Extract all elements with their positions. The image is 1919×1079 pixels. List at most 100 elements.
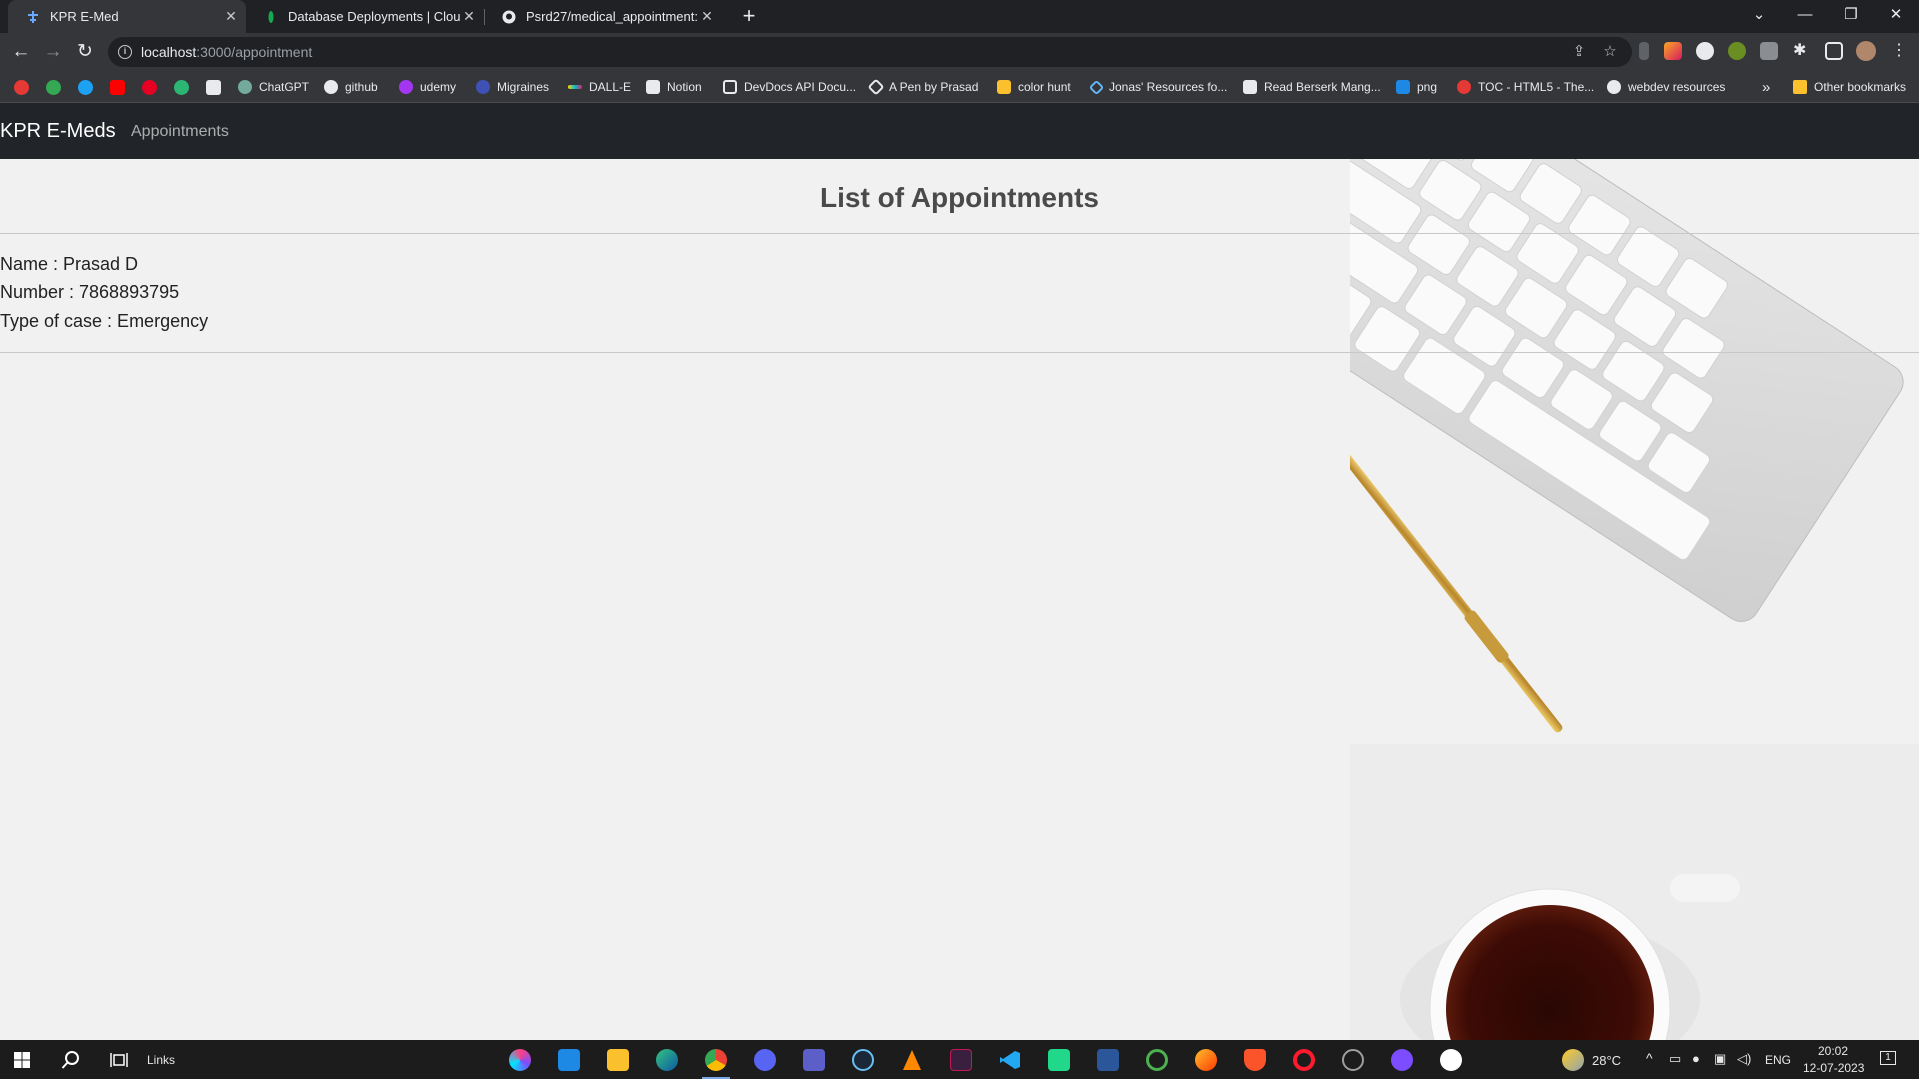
chrome-browser-icon[interactable] [705,1049,727,1071]
address-bar[interactable]: i localhost:3000/appointment ⇪ ☆ [108,37,1632,67]
bookmark-twitter-icon[interactable] [78,80,93,95]
word-icon[interactable] [1097,1049,1119,1071]
reload-icon[interactable]: ↻ [73,40,97,64]
tab-title: Psrd27/medical_appointment: M [526,9,702,24]
bookmark-color-hunt[interactable]: color hunt [997,78,1071,96]
site-info-icon[interactable]: i [118,45,132,59]
bookmark-pinterest-icon[interactable] [142,80,157,95]
color-picker-extension-icon[interactable] [1664,42,1682,60]
opera-icon[interactable] [1293,1049,1315,1071]
pycharm-icon[interactable] [1048,1049,1070,1071]
tab-database-deployments[interactable]: Database Deployments | Cloud: M ✕ [246,0,484,33]
mongodb-leaf-icon [264,10,278,24]
mongodb-compass-icon[interactable] [1440,1049,1462,1071]
new-tab-button[interactable]: + [737,5,761,29]
tab-search-chevron-icon[interactable]: ⌄ [1736,0,1782,33]
brand-logo-link[interactable]: KPR E-Meds [0,120,116,143]
restore-button[interactable]: ❐ [1828,0,1874,33]
minimize-button[interactable]: — [1782,0,1828,33]
bookmark-toc-html5[interactable]: TOC - HTML5 - The... [1457,78,1594,96]
forward-arrow-icon[interactable]: → [41,40,65,64]
app-icon-m[interactable] [950,1049,972,1071]
bookmark-devdocs[interactable]: DevDocs API Docu... [723,78,856,96]
prime-video-icon[interactable] [558,1049,580,1071]
url-text[interactable]: localhost:3000/appointment [141,44,312,60]
tree-extension-icon[interactable] [1728,42,1746,60]
search-icon[interactable] [61,1050,81,1070]
color-hunt-icon [997,80,1011,94]
bookmark-webdev-resources[interactable]: webdev resources [1607,78,1725,96]
tab-github-repo[interactable]: Psrd27/medical_appointment: M ✕ [484,0,722,33]
profile-avatar[interactable] [1856,41,1876,61]
app-icon-purple[interactable] [1391,1049,1413,1071]
firefox-icon[interactable] [1195,1049,1217,1071]
show-hidden-icons-chevron-icon[interactable]: ^ [1646,1050,1653,1066]
puzzle-extensions-icon[interactable]: ✱ [1793,42,1811,60]
grammar-extension-icon[interactable] [1760,42,1778,60]
page-title: List of Appointments [820,182,1099,213]
vlc-icon[interactable] [901,1049,923,1071]
more-menu-icon[interactable]: ⋮ [1890,42,1908,60]
clock-date[interactable]: 12-07-2023 [1803,1061,1864,1075]
bookmark-maps-icon[interactable] [46,80,61,95]
appointment-case-type: Type of case : Emergency [0,311,209,331]
notion-icon [646,80,660,94]
app-icon-circle[interactable] [509,1049,531,1071]
webdev-icon [1607,80,1621,94]
chatgpt-icon [238,80,252,94]
teams-icon[interactable] [803,1049,825,1071]
app-icon-ring[interactable] [1146,1049,1168,1071]
nav-link-appointments[interactable]: Appointments [131,123,229,141]
volume-icon[interactable]: ◁) [1737,1051,1751,1067]
add-extension-icon[interactable] [1696,42,1714,60]
close-tab-icon[interactable]: ✕ [462,9,476,23]
bookmark-png[interactable]: png [1396,78,1437,96]
discord-icon[interactable] [754,1049,776,1071]
side-panel-icon[interactable] [1825,42,1843,60]
weather-partly-cloudy-icon[interactable] [1562,1049,1584,1071]
extension-icon[interactable] [1639,42,1649,60]
windows-start-icon[interactable] [14,1052,30,1068]
close-window-button[interactable]: ✕ [1873,0,1919,33]
bookmark-dall-e[interactable]: DALL-E [568,78,631,96]
other-bookmarks-folder[interactable]: Other bookmarks [1793,78,1906,96]
bookmark-read-berserk[interactable]: Read Berserk Mang... [1243,78,1381,96]
network-icon[interactable]: ▣ [1714,1051,1726,1067]
bookmark-chatgpt[interactable]: ChatGPT [238,78,309,96]
bookmark-star-icon[interactable]: ☆ [1601,43,1619,61]
input-language-indicator[interactable]: ENG [1765,1053,1791,1067]
bookmark-migraines[interactable]: Migraines [476,78,549,96]
tab-kpr-emed[interactable]: KPR E-Med ✕ [8,0,246,33]
github-icon [324,80,338,94]
obs-icon[interactable] [1342,1049,1364,1071]
links-toolbar-label[interactable]: Links [147,1053,175,1067]
bookmarks-overflow-chevron-icon[interactable]: » [1762,78,1770,96]
back-arrow-icon[interactable]: ← [9,40,33,64]
png-icon [1396,80,1410,94]
steam-icon[interactable] [852,1049,874,1071]
vscode-icon[interactable] [999,1049,1021,1071]
bookmark-github[interactable]: github [324,78,378,96]
bookmark-dark-icon[interactable] [206,80,221,95]
brave-icon[interactable] [1244,1049,1266,1071]
device-icon[interactable]: ▭ [1669,1051,1681,1067]
weather-temperature[interactable]: 28°C [1592,1053,1621,1068]
close-tab-icon[interactable]: ✕ [700,9,714,23]
share-icon[interactable]: ⇪ [1570,43,1588,61]
bookmark-notion[interactable]: Notion [646,78,702,96]
bookmark-fn-icon[interactable] [174,80,189,95]
notifications-icon[interactable]: 1 [1880,1051,1896,1065]
bookmark-jonas-resources[interactable]: Jonas' Resources fo... [1088,78,1227,96]
bookmark-codepen[interactable]: A Pen by Prasad [867,78,978,96]
microphone-icon[interactable]: ● [1692,1051,1700,1066]
close-tab-icon[interactable]: ✕ [224,9,238,23]
edge-browser-icon[interactable] [656,1049,678,1071]
bookmark-adobe-icon[interactable] [14,80,29,95]
bookmark-youtube-icon[interactable] [110,80,125,95]
clock-time[interactable]: 20:02 [1818,1044,1848,1058]
divider [0,352,1919,353]
bookmark-udemy[interactable]: udemy [399,78,456,96]
file-explorer-icon[interactable] [607,1049,629,1071]
task-view-icon[interactable] [110,1051,128,1069]
heart-outline-icon [1088,79,1105,95]
